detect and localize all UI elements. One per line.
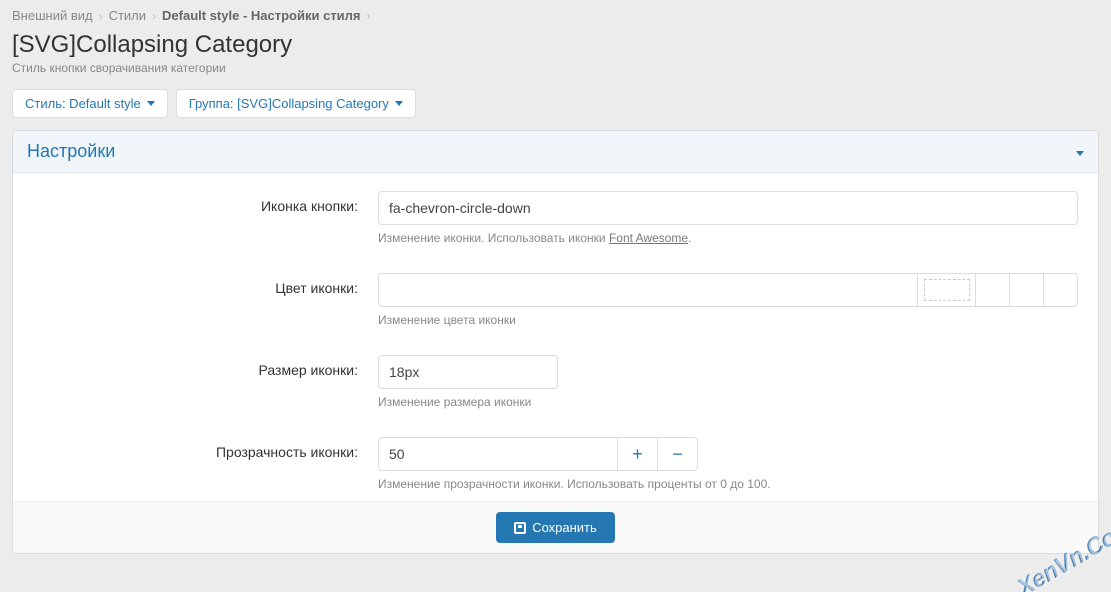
- group-filter-button[interactable]: Группа: [SVG]Collapsing Category: [176, 89, 416, 118]
- panel-body: Иконка кнопки: Изменение иконки. Использ…: [13, 173, 1098, 501]
- plus-icon: +: [632, 444, 643, 465]
- style-filter-label: Стиль: Default style: [25, 96, 141, 111]
- style-filter-button[interactable]: Стиль: Default style: [12, 89, 168, 118]
- breadcrumb-item-current: Default style - Настройки стиля: [162, 8, 361, 23]
- save-icon: [514, 522, 526, 534]
- color-swatch-3[interactable]: [1044, 273, 1078, 307]
- save-button[interactable]: Сохранить: [496, 512, 615, 543]
- filter-row: Стиль: Default style Группа: [SVG]Collap…: [0, 81, 1111, 126]
- field-row-icon: Иконка кнопки: Изменение иконки. Использ…: [13, 173, 1098, 255]
- field-row-size: Размер иконки: Изменение размера иконки: [13, 337, 1098, 419]
- chevron-right-icon: ›: [152, 9, 156, 23]
- link-font-awesome[interactable]: Font Awesome: [609, 231, 688, 245]
- label-size: Размер иконки:: [33, 355, 378, 378]
- input-icon[interactable]: [378, 191, 1078, 225]
- hint-color: Изменение цвета иконки: [378, 313, 1078, 327]
- page-subtitle: Стиль кнопки сворачивания категории: [12, 61, 1099, 75]
- field-row-opacity: Прозрачность иконки: + − Изменение прозр…: [13, 419, 1098, 501]
- settings-panel: Настройки Иконка кнопки: Изменение иконк…: [12, 130, 1099, 554]
- breadcrumb: Внешний вид › Стили › Default style - На…: [0, 0, 1111, 27]
- color-swatch-2[interactable]: [1010, 273, 1044, 307]
- group-filter-label: Группа: [SVG]Collapsing Category: [189, 96, 389, 111]
- label-opacity: Прозрачность иконки:: [33, 437, 378, 460]
- chevron-right-icon: ›: [99, 9, 103, 23]
- caret-down-icon: [395, 101, 403, 106]
- save-label: Сохранить: [532, 520, 597, 535]
- input-opacity[interactable]: [378, 437, 618, 471]
- collapse-icon[interactable]: [1074, 144, 1084, 159]
- page-title-block: [SVG]Collapsing Category Стиль кнопки св…: [0, 27, 1111, 81]
- panel-header[interactable]: Настройки: [13, 131, 1098, 173]
- color-swatch-transparent[interactable]: [918, 273, 976, 307]
- hint-icon: Изменение иконки. Использовать иконки Fo…: [378, 231, 1078, 245]
- chevron-right-icon: ›: [367, 9, 371, 23]
- page-title: [SVG]Collapsing Category: [12, 31, 1099, 59]
- minus-icon: −: [672, 444, 683, 465]
- input-color[interactable]: [378, 273, 918, 307]
- input-size[interactable]: [378, 355, 558, 389]
- field-row-color: Цвет иконки: Изменение цвета иконки: [13, 255, 1098, 337]
- hint-size: Изменение размера иконки: [378, 395, 1078, 409]
- opacity-decrement-button[interactable]: −: [658, 437, 698, 471]
- label-color: Цвет иконки:: [33, 273, 378, 296]
- color-swatch-1[interactable]: [976, 273, 1010, 307]
- breadcrumb-item-appearance[interactable]: Внешний вид: [12, 8, 93, 23]
- panel-footer: Сохранить: [13, 501, 1098, 553]
- opacity-increment-button[interactable]: +: [618, 437, 658, 471]
- caret-down-icon: [147, 101, 155, 106]
- label-icon: Иконка кнопки:: [33, 191, 378, 214]
- hint-opacity: Изменение прозрачности иконки. Использов…: [378, 477, 1078, 491]
- breadcrumb-item-styles[interactable]: Стили: [109, 8, 146, 23]
- panel-title: Настройки: [27, 141, 115, 162]
